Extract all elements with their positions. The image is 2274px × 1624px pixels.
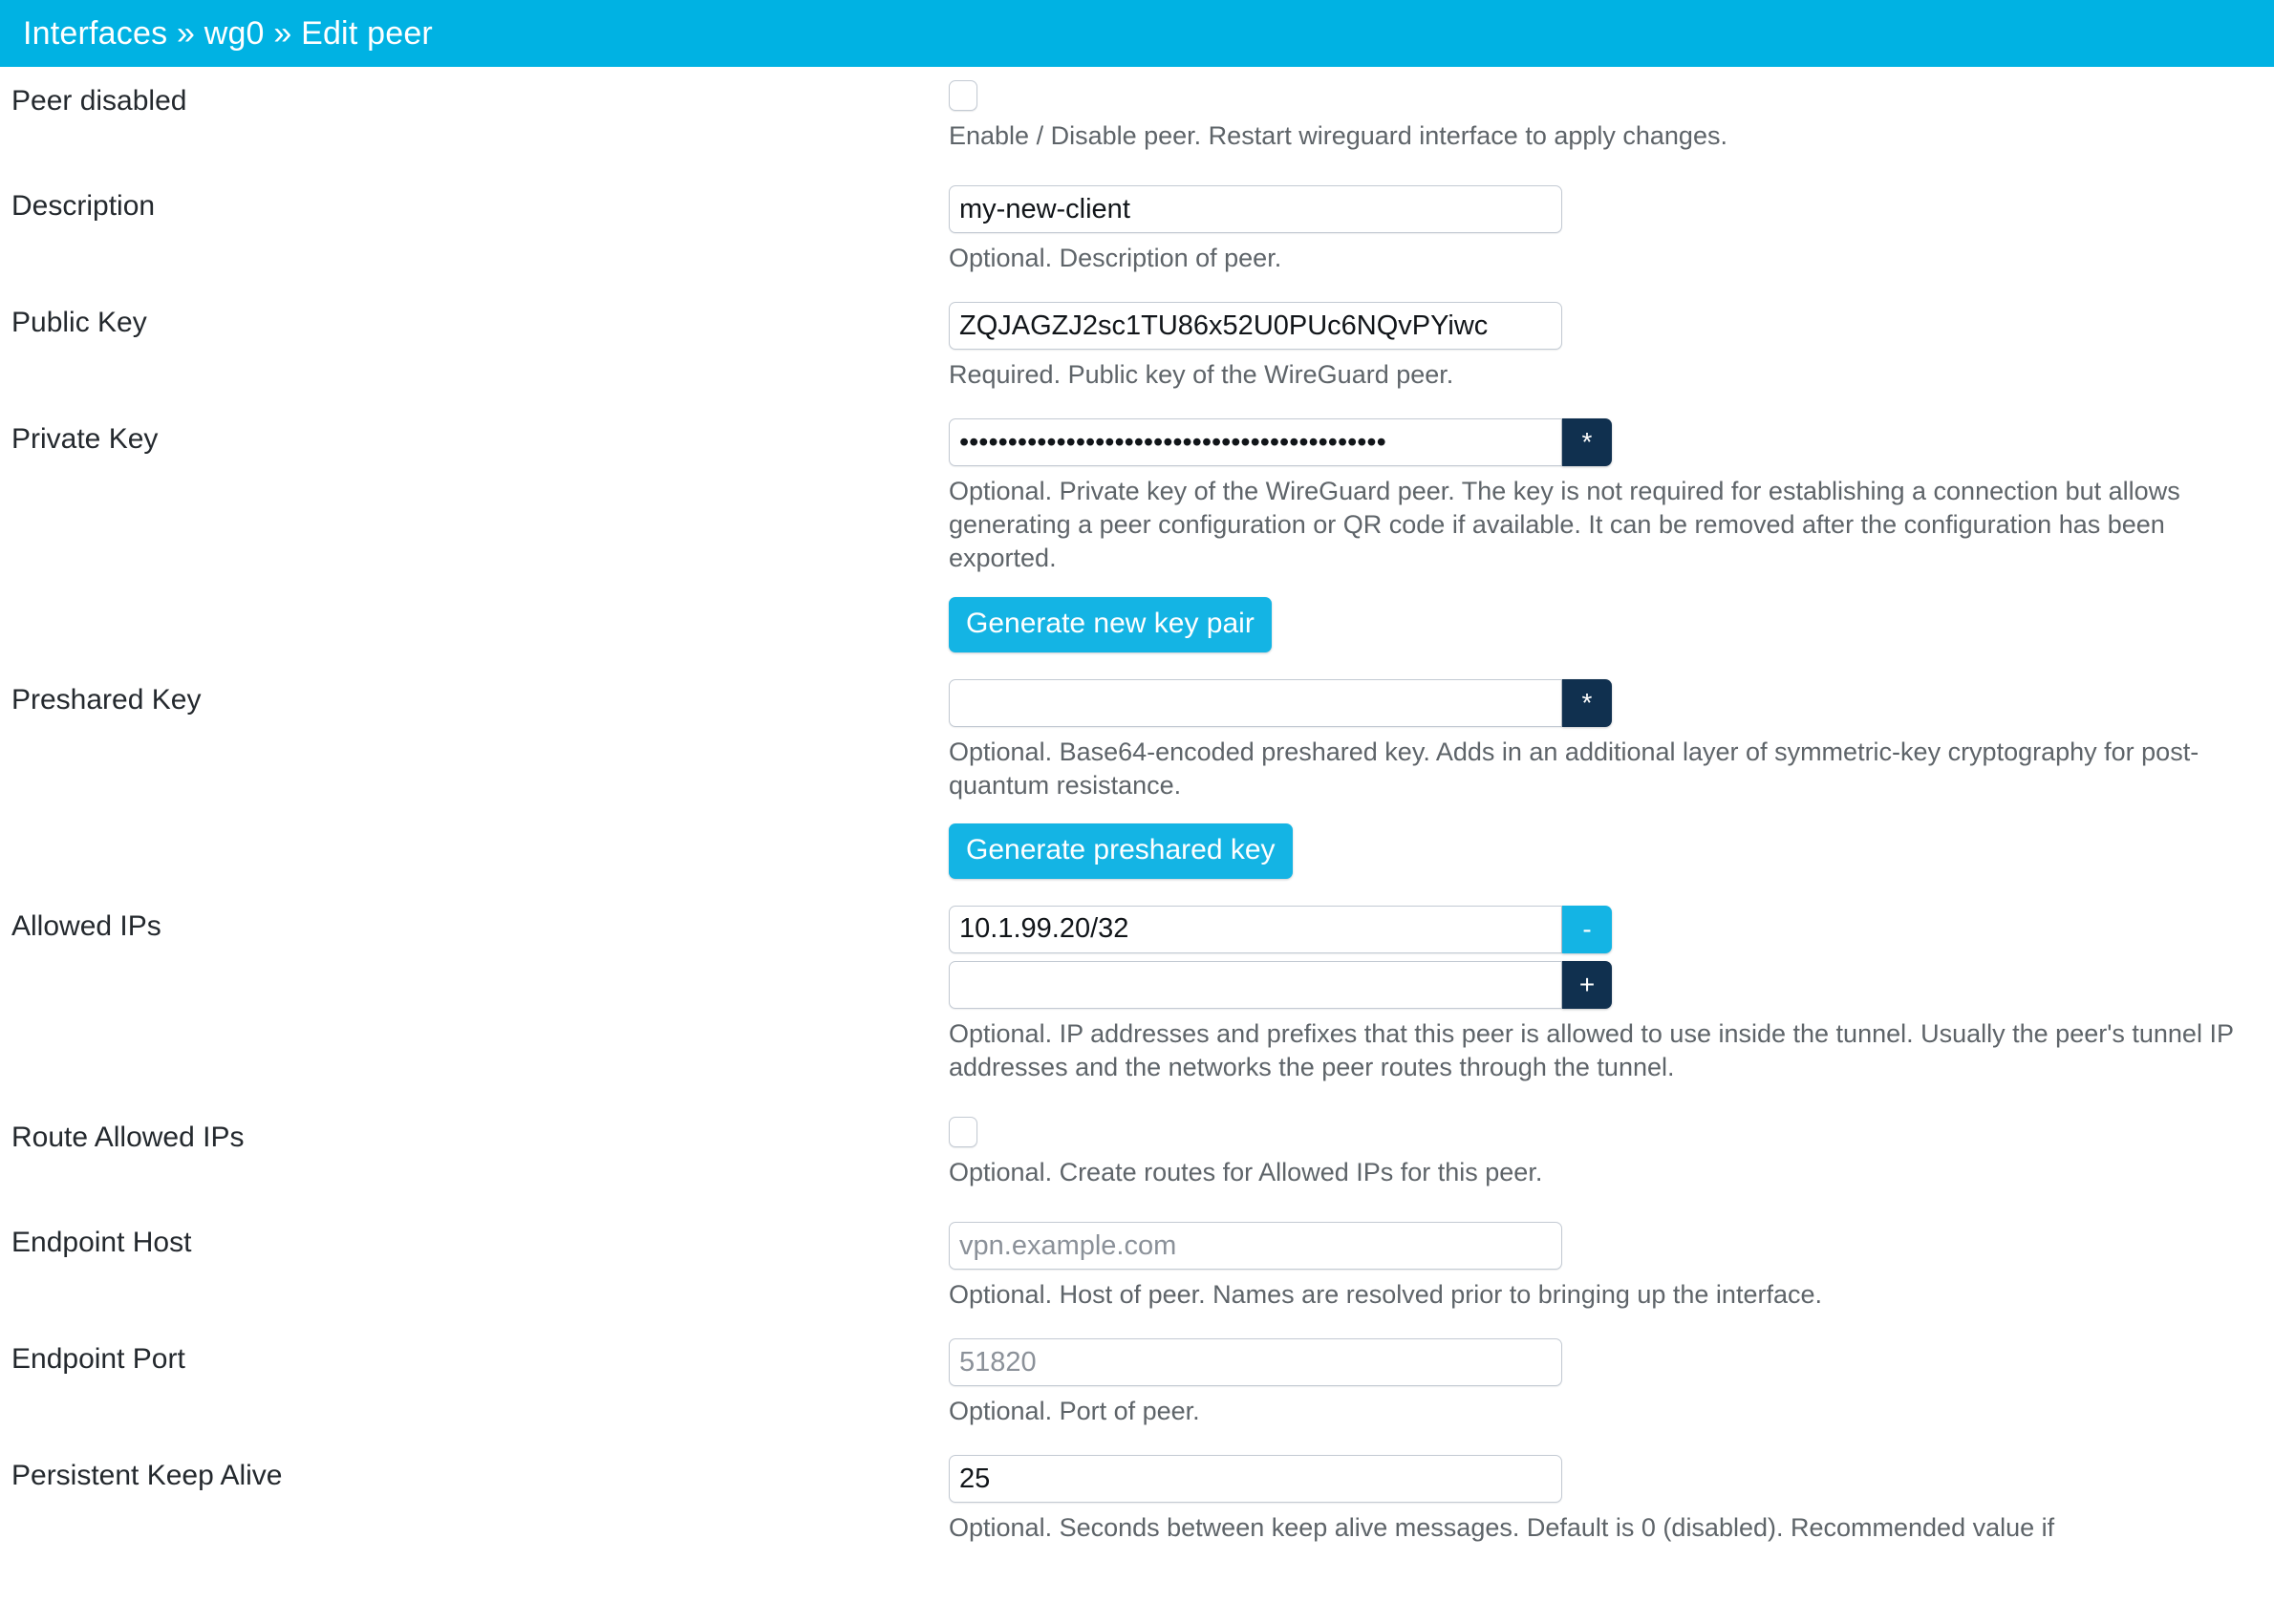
- allowed-ips-input-1[interactable]: [949, 960, 1562, 1009]
- field-col-persistent-keep-alive: 25 Optional. Seconds between keep alive …: [949, 1455, 2274, 1545]
- row-persistent-keep-alive: Persistent Keep Alive 25 Optional. Secon…: [0, 1455, 2274, 1545]
- desc-endpoint-port: Optional. Port of peer.: [949, 1397, 1200, 1426]
- allowed-ips-input-0-value: 10.1.99.20/32: [959, 913, 1129, 945]
- label-persistent-keep-alive: Persistent Keep Alive: [11, 1460, 283, 1492]
- label-col-endpoint-host: Endpoint Host: [0, 1222, 949, 1260]
- desc-preshared-key: Optional. Base64-encoded preshared key. …: [949, 737, 2199, 800]
- preshared-key-group: *: [949, 678, 1618, 727]
- label-preshared-key: Preshared Key: [11, 683, 202, 716]
- label-col-peer-disabled: Peer disabled: [0, 80, 949, 118]
- label-description: Description: [11, 190, 156, 223]
- label-peer-disabled: Peer disabled: [11, 85, 187, 117]
- endpoint-port-input[interactable]: 51820: [949, 1338, 1562, 1387]
- desc-allowed-ips: Optional. IP addresses and prefixes that…: [949, 1018, 2234, 1081]
- private-key-input[interactable]: ••••••••••••••••••••••••••••••••••••••••…: [949, 418, 1562, 467]
- label-col-preshared-key: Preshared Key: [0, 679, 949, 717]
- label-col-route-allowed-ips: Route Allowed IPs: [0, 1117, 949, 1155]
- private-key-input-value: ••••••••••••••••••••••••••••••••••••••••…: [959, 426, 1386, 458]
- label-route-allowed-ips: Route Allowed IPs: [11, 1121, 245, 1153]
- endpoint-port-placeholder: 51820: [959, 1346, 1037, 1378]
- row-preshared-key: Preshared Key * Optional. Base64-encoded…: [0, 678, 2274, 879]
- row-public-key: Public Key ZQJAGZJ2sc1TU86x52U0PUc6NQvPY…: [0, 302, 2274, 392]
- label-col-endpoint-port: Endpoint Port: [0, 1338, 949, 1377]
- row-endpoint-port: Endpoint Port 51820 Optional. Port of pe…: [0, 1338, 2274, 1428]
- desc-description: Optional. Description of peer.: [949, 244, 1282, 273]
- field-col-description: my-new-client Optional. Description of p…: [949, 185, 2274, 275]
- allowed-ips-input-0[interactable]: 10.1.99.20/32: [949, 905, 1562, 953]
- row-route-allowed-ips: Route Allowed IPs Optional. Create route…: [0, 1116, 2274, 1189]
- row-peer-disabled: Peer disabled Enable / Disable peer. Res…: [0, 80, 2274, 153]
- field-col-endpoint-host: vpn.example.com Optional. Host of peer. …: [949, 1222, 2274, 1312]
- generate-preshared-key-button[interactable]: Generate preshared key: [949, 823, 1293, 879]
- desc-public-key: Required. Public key of the WireGuard pe…: [949, 360, 1454, 390]
- desc-persistent-keep-alive: Optional. Seconds between keep alive mes…: [949, 1513, 2055, 1543]
- label-public-key: Public Key: [11, 307, 147, 339]
- label-private-key: Private Key: [11, 423, 159, 456]
- label-col-private-key: Private Key: [0, 418, 949, 457]
- row-private-key: Private Key ••••••••••••••••••••••••••••…: [0, 418, 2274, 652]
- desc-route-allowed-ips: Optional. Create routes for Allowed IPs …: [949, 1157, 1543, 1186]
- preshared-key-input[interactable]: [949, 678, 1562, 727]
- label-endpoint-port: Endpoint Port: [11, 1343, 185, 1376]
- minus-icon[interactable]: -: [1562, 905, 1612, 953]
- label-col-persistent-keep-alive: Persistent Keep Alive: [0, 1455, 949, 1493]
- allowed-ips-entry: 10.1.99.20/32 -: [949, 905, 1618, 953]
- row-endpoint-host: Endpoint Host vpn.example.com Optional. …: [0, 1222, 2274, 1312]
- field-col-route-allowed-ips: Optional. Create routes for Allowed IPs …: [949, 1116, 2274, 1189]
- generate-new-key-pair-button[interactable]: Generate new key pair: [949, 596, 1272, 652]
- persistent-keep-alive-value: 25: [959, 1463, 991, 1494]
- asterisk-icon[interactable]: *: [1562, 678, 1612, 727]
- endpoint-host-placeholder: vpn.example.com: [959, 1229, 1177, 1261]
- field-col-private-key: ••••••••••••••••••••••••••••••••••••••••…: [949, 418, 2274, 652]
- private-key-group: ••••••••••••••••••••••••••••••••••••••••…: [949, 418, 1618, 467]
- label-col-description: Description: [0, 185, 949, 224]
- endpoint-host-input[interactable]: vpn.example.com: [949, 1222, 1562, 1271]
- allowed-ips-entry: +: [949, 960, 1618, 1009]
- desc-endpoint-host: Optional. Host of peer. Names are resolv…: [949, 1280, 1822, 1310]
- field-col-endpoint-port: 51820 Optional. Port of peer.: [949, 1338, 2274, 1428]
- field-col-public-key: ZQJAGZJ2sc1TU86x52U0PUc6NQvPYiwc Require…: [949, 302, 2274, 392]
- description-input[interactable]: my-new-client: [949, 185, 1562, 234]
- field-col-preshared-key: * Optional. Base64-encoded preshared key…: [949, 678, 2274, 879]
- page-header: Interfaces » wg0 » Edit peer: [0, 0, 2274, 67]
- row-description: Description my-new-client Optional. Desc…: [0, 185, 2274, 275]
- label-col-public-key: Public Key: [0, 302, 949, 340]
- breadcrumb: Interfaces » wg0 » Edit peer: [23, 14, 433, 52]
- label-allowed-ips: Allowed IPs: [11, 909, 161, 942]
- field-col-peer-disabled: Enable / Disable peer. Restart wireguard…: [949, 80, 2274, 153]
- desc-peer-disabled: Enable / Disable peer. Restart wireguard…: [949, 121, 1727, 150]
- asterisk-icon[interactable]: *: [1562, 418, 1612, 467]
- route-allowed-ips-checkbox[interactable]: [949, 1116, 977, 1147]
- desc-private-key: Optional. Private key of the WireGuard p…: [949, 477, 2180, 573]
- peer-disabled-checkbox[interactable]: [949, 80, 977, 111]
- edit-peer-form: Peer disabled Enable / Disable peer. Res…: [0, 67, 2274, 1545]
- label-endpoint-host: Endpoint Host: [11, 1227, 192, 1259]
- public-key-input-value: ZQJAGZJ2sc1TU86x52U0PUc6NQvPYiwc: [959, 310, 1489, 341]
- field-col-allowed-ips: 10.1.99.20/32 - + Optional. IP addresses…: [949, 905, 2274, 1084]
- label-col-allowed-ips: Allowed IPs: [0, 906, 949, 944]
- row-allowed-ips: Allowed IPs 10.1.99.20/32 - + Optional. …: [0, 905, 2274, 1084]
- plus-icon[interactable]: +: [1562, 960, 1612, 1009]
- description-input-value: my-new-client: [959, 193, 1130, 224]
- public-key-input[interactable]: ZQJAGZJ2sc1TU86x52U0PUc6NQvPYiwc: [949, 302, 1562, 351]
- persistent-keep-alive-input[interactable]: 25: [949, 1455, 1562, 1504]
